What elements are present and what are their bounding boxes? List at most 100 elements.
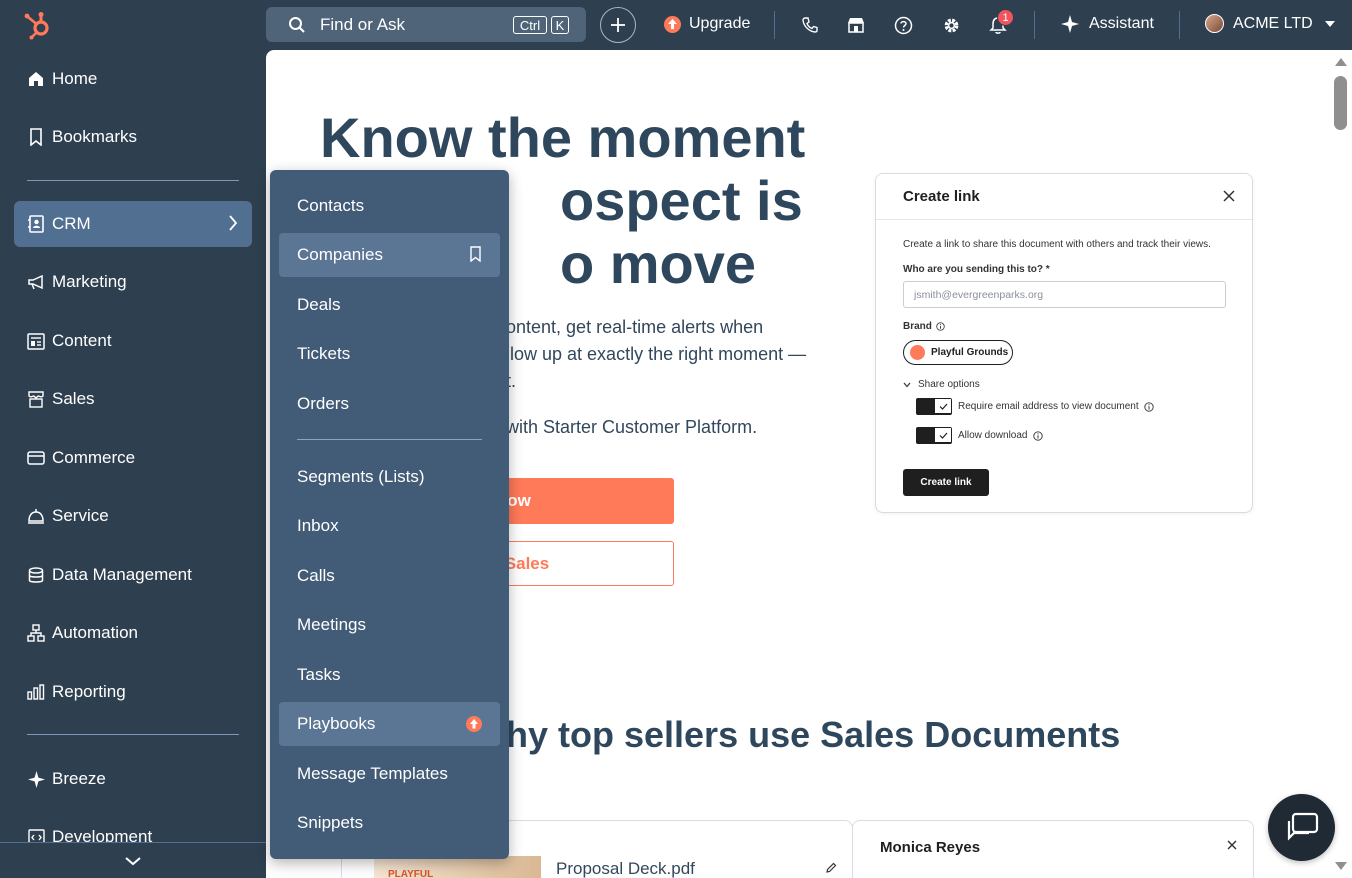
upgrade-arrow-icon [664,15,681,33]
crm-menu-segments[interactable]: Segments (Lists) [279,455,500,499]
sidebar-item-bookmarks[interactable]: Bookmarks [14,114,252,160]
shortcut-ctrl-key: Ctrl [513,16,547,34]
sidebar-item-marketing[interactable]: Marketing [14,259,252,305]
settings-gear-icon[interactable] [940,14,962,36]
scrollbar-thumb[interactable] [1334,76,1347,130]
bookmark-icon[interactable] [469,246,482,267]
crm-menu-label: Contacts [297,196,365,215]
upgrade-arrow-icon [466,716,482,737]
chevron-down-icon [903,382,911,387]
crm-menu-label: Meetings [297,615,366,634]
reporting-icon [26,682,46,702]
search-bar[interactable]: Find or Ask Ctrl K [266,7,586,42]
crm-menu-deals[interactable]: Deals [279,283,500,327]
sales-icon [26,389,46,409]
help-icon[interactable] [892,14,914,36]
chat-launcher-button[interactable] [1268,794,1335,861]
crm-menu-label: Message Templates [297,764,448,783]
recipient-email-input[interactable]: jsmith@evergreenparks.org [903,281,1226,308]
edit-pencil-icon[interactable] [825,862,837,874]
search-label: Find or Ask [320,14,406,34]
share-options-toggle[interactable]: Share options [903,379,980,390]
brand-value: Playful Grounds [931,347,1009,358]
create-link-button[interactable]: Create link [903,469,989,496]
sidebar-item-label: Commerce [52,448,136,467]
topbar-divider [774,11,775,39]
allow-download-toggle[interactable] [916,427,952,444]
crm-menu-playbooks[interactable]: Playbooks [279,702,500,746]
home-icon [26,69,46,89]
crm-menu-divider [297,439,482,440]
sidebar-item-service[interactable]: Service [14,493,252,539]
upgrade-label: Upgrade [689,15,751,32]
sidebar-item-label: Home [52,69,98,88]
upgrade-button[interactable]: Upgrade [664,15,750,33]
checkmark-icon [935,399,951,413]
search-icon [289,16,305,33]
chevron-down-icon [125,856,141,865]
checkmark-icon [935,428,951,442]
scroll-down-arrow-icon[interactable] [1334,861,1348,871]
brand-selector[interactable]: Playful Grounds [903,340,1013,365]
sparkle-icon [1061,15,1079,33]
crm-menu-inbox[interactable]: Inbox [279,504,500,548]
marketplace-icon[interactable] [845,14,867,36]
sidebar-item-home[interactable]: Home [14,56,252,102]
crm-menu-contacts[interactable]: Contacts [279,184,500,228]
crm-menu-snippets[interactable]: Snippets [279,801,500,845]
crm-menu-companies[interactable]: Companies [279,233,500,277]
account-menu[interactable]: ACME LTD [1205,14,1335,33]
crm-menu-tasks[interactable]: Tasks [279,653,500,697]
require-email-toggle[interactable] [916,398,952,415]
brand-label: Brand [903,321,932,332]
crm-menu-label: Tasks [297,665,341,684]
hero-title-line: Know the moment [320,106,806,169]
hubspot-logo-icon[interactable] [22,9,54,41]
sidebar-item-label: Marketing [52,272,127,291]
sidebar-item-breeze[interactable]: Breeze [14,756,252,802]
card-title: Create link [876,174,1252,220]
crm-flyout-menu: Contacts Companies Deals Tickets Orders … [270,170,509,859]
assistant-button[interactable]: Assistant [1061,15,1154,33]
create-link-card: Create link Create a link to share this … [875,173,1253,513]
recipient-label: Who are you sending this to? * [903,264,1050,275]
bell-service-icon [26,506,46,526]
crm-menu-message-templates[interactable]: Message Templates [279,752,500,796]
phone-icon[interactable] [799,14,821,36]
crm-menu-label: Deals [297,295,341,314]
sidebar-item-commerce[interactable]: Commerce [14,435,252,481]
sidebar-item-label: Content [52,331,112,350]
info-icon [1032,430,1043,441]
scroll-up-arrow-icon[interactable] [1334,57,1348,67]
top-bar: Find or Ask Ctrl K Upgrade 1 Assistant A… [0,0,1352,50]
sidebar-item-label: CRM [52,214,91,233]
sidebar-collapse-toggle[interactable] [0,842,266,878]
sidebar-item-data-management[interactable]: Data Management [14,552,252,598]
caret-down-icon [1324,20,1335,27]
allow-download-label: Allow download [958,430,1028,441]
crm-menu-label: Playbooks [297,714,376,733]
create-new-button[interactable] [600,7,636,43]
sidebar-item-label: Breeze [52,769,106,788]
close-icon[interactable] [1222,189,1236,203]
sidebar-item-sales[interactable]: Sales [14,376,252,422]
crm-menu-tickets[interactable]: Tickets [279,332,500,376]
sidebar-item-crm[interactable]: CRM [14,201,252,247]
left-sidebar: Home Bookmarks CRM Marketing Content Sal… [0,50,266,878]
page-scrollbar[interactable] [1330,50,1352,878]
sidebar-item-automation[interactable]: Automation [14,610,252,656]
thumbnail-text: PLAYFUL [388,869,434,878]
automation-icon [26,623,46,643]
crm-menu-calls[interactable]: Calls [279,554,500,598]
topbar-divider [1034,11,1035,39]
plus-icon [611,18,625,32]
crm-menu-meetings[interactable]: Meetings [279,603,500,647]
crm-menu-orders[interactable]: Orders [279,382,500,426]
contact-name: Monica Reyes [880,839,981,856]
sidebar-item-content[interactable]: Content [14,318,252,364]
document-thumbnail: PLAYFUL [374,856,541,878]
sidebar-item-reporting[interactable]: Reporting [14,669,252,715]
close-icon[interactable] [1226,839,1238,851]
share-options-label: Share options [918,379,980,390]
shortcut-k-key: K [551,16,569,34]
